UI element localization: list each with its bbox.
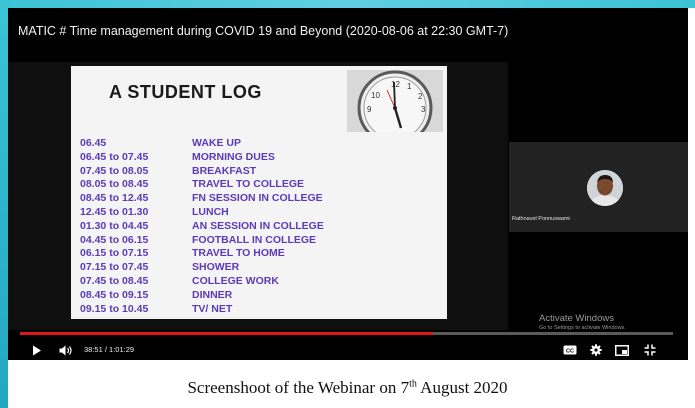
play-icon — [33, 345, 41, 355]
player-controls: 38:51 / 1:01:29 CC — [8, 340, 688, 360]
captions-icon: CC — [563, 345, 577, 355]
log-time: 08.45 to 12.45 — [80, 192, 149, 205]
log-activity: MORNING DUES — [192, 150, 275, 163]
log-activity: AN SESSION IN COLLEGE — [192, 219, 324, 232]
log-time: 09.15 to 10.45 — [80, 302, 149, 315]
clock-numeral: 1 — [407, 82, 412, 91]
fullscreen-button[interactable] — [642, 343, 658, 357]
caption-suffix: August 2020 — [416, 378, 508, 397]
activate-windows-watermark: Activate Windows Go to Settings to activ… — [539, 313, 626, 331]
log-row: 07.45 to 08.45 COLLEGE WORK — [80, 275, 324, 289]
presenter-name: Rathnavel Ponnuswami — [512, 216, 570, 222]
watermark-line-2: Go to Settings to activate Windows. — [539, 325, 626, 331]
frame-accent-left — [0, 0, 8, 408]
clock-numeral: 9 — [367, 105, 372, 114]
log-time: 07.15 to 07.45 — [80, 261, 149, 274]
log-activity: TRAVEL TO COLLEGE — [192, 178, 305, 191]
play-button[interactable] — [30, 343, 44, 357]
video-title: MATIC # Time management during COVID 19 … — [18, 24, 509, 38]
video-player[interactable]: MATIC # Time management during COVID 19 … — [8, 8, 688, 360]
exit-fullscreen-icon — [644, 344, 656, 356]
caption-prefix: Screenshoot of the Webinar on 7 — [187, 378, 410, 397]
log-time: 04.45 to 06.15 — [80, 233, 149, 246]
log-row: 09.15 to 10.45 TV/ NET — [80, 303, 324, 317]
avatar — [587, 170, 623, 206]
svg-text:CC: CC — [566, 348, 574, 354]
log-row: 07.15 to 07.45 SHOWER — [80, 261, 324, 275]
watermark-line-1: Activate Windows — [539, 313, 614, 324]
log-time: 06.45 — [80, 137, 107, 149]
log-activity: DINNER — [192, 288, 233, 301]
settings-button[interactable] — [588, 343, 604, 357]
figure-caption: Screenshoot of the Webinar on 7th August… — [0, 378, 695, 398]
student-log-list: 06.45 WAKE UP 06.45 to 07.45 MORNING DUES … — [80, 137, 324, 316]
log-time: 08.05 to 08.45 — [80, 178, 149, 191]
time-display: 38:51 / 1:01:29 — [84, 345, 135, 354]
presenter-video-tile: Rathnavel Ponnuswami — [509, 142, 688, 232]
log-time: 07.45 to 08.05 — [80, 164, 149, 177]
progress-bar[interactable] — [20, 332, 673, 335]
log-row: 04.45 to 06.15 FOOTBALL IN COLLEGE — [80, 234, 324, 248]
presentation-slide: A STUDENT LOG 10 12 1 2 9 3 06.45 WAKE UP… — [71, 66, 447, 319]
log-activity: COLLEGE WORK — [192, 274, 279, 287]
clock-numeral: 10 — [371, 91, 380, 100]
log-activity: BREAKFAST — [192, 164, 257, 177]
miniplayer-button[interactable] — [614, 343, 630, 357]
frame-accent-top — [0, 0, 695, 8]
log-row: 07.45 to 08.05 BREAKFAST — [80, 165, 324, 179]
miniplayer-icon — [615, 344, 629, 356]
log-activity: FOOTBALL IN COLLEGE — [192, 233, 317, 246]
log-row: 06.15 to 07.15 TRAVEL TO HOME — [80, 247, 324, 261]
log-activity: SHOWER — [192, 261, 240, 274]
gear-icon — [590, 344, 602, 356]
clock-numeral: 2 — [418, 92, 423, 101]
slide-title: A STUDENT LOG — [109, 82, 262, 102]
caption-superscript: th — [409, 378, 417, 390]
log-time: 01.30 to 04.45 — [80, 219, 149, 232]
log-activity: FN SESSION IN COLLEGE — [192, 192, 323, 205]
progress-bar-fill — [20, 332, 433, 335]
clock-numeral: 3 — [421, 105, 426, 114]
log-row: 08.45 to 09.15 DINNER — [80, 289, 324, 303]
log-row: 06.45 WAKE UP — [80, 137, 324, 151]
log-row: 01.30 to 04.45 AN SESSION IN COLLEGE — [80, 220, 324, 234]
log-activity: TRAVEL TO HOME — [192, 247, 285, 260]
log-row: 08.45 to 12.45 FN SESSION IN COLLEGE — [80, 192, 324, 206]
log-time: 07.45 to 08.45 — [80, 274, 149, 287]
log-row: 08.05 to 08.45 TRAVEL TO COLLEGE — [80, 178, 324, 192]
volume-icon — [59, 345, 72, 355]
log-row: 06.45 to 07.45 MORNING DUES — [80, 151, 324, 165]
log-time: 12.45 to 01.30 — [80, 205, 149, 218]
log-time: 06.45 to 07.45 — [80, 150, 149, 163]
wall-clock-image: 10 12 1 2 9 3 — [347, 70, 443, 132]
log-time: 08.45 to 09.15 — [80, 288, 149, 301]
clock-numeral: 12 — [391, 80, 400, 89]
log-activity: TV/ NET — [192, 302, 233, 315]
log-time: 06.15 to 07.15 — [80, 247, 149, 260]
volume-button[interactable] — [58, 343, 74, 357]
log-activity: LUNCH — [192, 205, 229, 218]
log-row: 12.45 to 01.30 LUNCH — [80, 206, 324, 220]
captions-button[interactable]: CC — [562, 343, 578, 357]
log-activity: WAKE UP — [192, 137, 242, 149]
